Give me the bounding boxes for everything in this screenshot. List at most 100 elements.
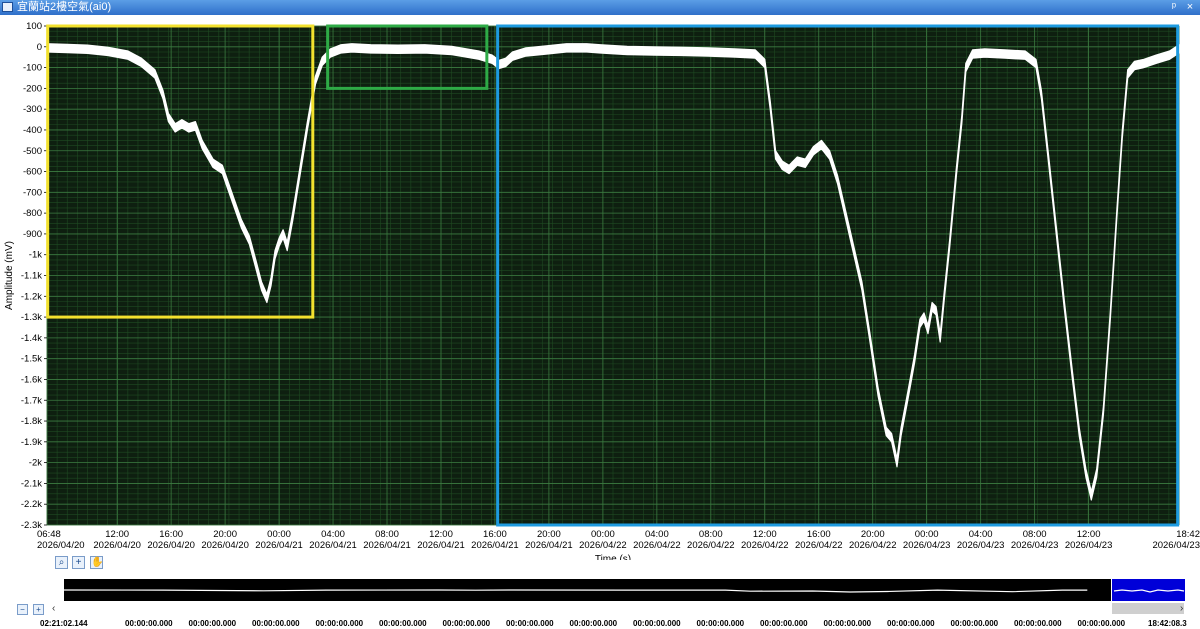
y-tick-label: -1.5k (21, 354, 42, 365)
x-tick-time: 12:00 (429, 529, 453, 540)
zoom-icon[interactable]: ⌕ (55, 556, 68, 569)
time-range-label: 00:00:00.000 (950, 619, 999, 628)
y-tick-label: -600 (23, 167, 42, 178)
x-tick-time: 12:00 (753, 529, 777, 540)
time-range-label: 00:00:00.000 (315, 619, 364, 628)
x-tick-date: 2026/04/20 (201, 540, 249, 551)
zoom-in-icon[interactable]: + (33, 604, 44, 615)
time-range-label: 00:00:00.000 (506, 619, 554, 628)
zoom-out-icon[interactable]: − (17, 604, 28, 615)
time-range-label: 00:00:00.000 (696, 619, 745, 628)
x-tick-time: 04:00 (969, 529, 993, 540)
time-range-label: 00:00:00.000 (379, 619, 427, 628)
x-tick-date: 2026/04/22 (633, 540, 681, 551)
y-tick-label: -400 (23, 125, 42, 136)
scroll-right-arrow[interactable]: › (1180, 603, 1183, 614)
x-tick-date: 2026/04/22 (579, 540, 627, 551)
y-tick-label: -500 (23, 146, 42, 157)
overview-strip[interactable] (64, 579, 1185, 601)
x-tick-date: 2026/04/23 (957, 540, 1005, 551)
x-axis-title: Time (s) (595, 554, 631, 560)
x-tick-time: 04:00 (321, 529, 345, 540)
x-tick-date: 2026/04/21 (417, 540, 465, 551)
y-tick-label: 100 (26, 21, 42, 32)
y-tick-label: -1k (29, 250, 42, 261)
close-button[interactable]: × (1184, 0, 1196, 15)
y-tick-label: -100 (23, 63, 42, 74)
x-tick-time: 00:00 (915, 529, 939, 540)
y-tick-label: 0 (37, 42, 42, 53)
x-tick-time: 20:00 (537, 529, 561, 540)
x-tick-time: 00:00 (591, 529, 615, 540)
y-tick-label: -1.1k (21, 271, 42, 282)
time-range-label: 00:00:00.000 (1077, 619, 1126, 628)
x-tick-date: 2026/04/23 (1011, 540, 1059, 551)
time-range-label: 00:00:00.000 (252, 619, 300, 628)
x-tick-time: 20:00 (861, 529, 885, 540)
x-tick-date: 2026/04/21 (525, 540, 573, 551)
x-tick-time: 12:00 (1077, 529, 1101, 540)
y-tick-label: -2.2k (21, 499, 42, 510)
y-tick-label: -300 (23, 104, 42, 115)
x-tick-date: 2026/04/23 (903, 540, 951, 551)
y-tick-label: -1.3k (21, 312, 42, 323)
pin-button[interactable]: ᵖ (1168, 0, 1180, 15)
x-tick-date: 2026/04/22 (687, 540, 735, 551)
time-range-label: 00:00:00.000 (760, 619, 808, 628)
x-tick-date: 2026/04/23 (1065, 540, 1113, 551)
time-range-label: 00:00:00.000 (887, 619, 935, 628)
y-tick-label: -1.9k (21, 437, 42, 448)
y-tick-label: -1.7k (21, 395, 42, 406)
y-tick-label: -900 (23, 229, 42, 240)
y-tick-label: -1.6k (21, 374, 42, 385)
x-tick-date: 2026/04/23 (1152, 540, 1200, 551)
x-tick-time: 16:00 (159, 529, 183, 540)
x-tick-date: 2026/04/20 (147, 540, 195, 551)
overview-line (64, 589, 1088, 593)
overview-selection[interactable] (1111, 579, 1185, 601)
app-icon (2, 2, 13, 12)
time-range-label: 18:42:08.3 (1148, 619, 1187, 628)
x-tick-date: 2026/04/20 (93, 540, 141, 551)
scroll-left-arrow[interactable]: ‹ (52, 603, 55, 614)
x-tick-date: 2026/04/20 (37, 540, 85, 551)
x-tick-time: 16:00 (483, 529, 507, 540)
y-tick-label: -700 (23, 187, 42, 198)
x-tick-date: 2026/04/21 (309, 540, 357, 551)
x-tick-time: 00:00 (267, 529, 291, 540)
time-range-label: 02:21:02.144 (40, 619, 88, 628)
x-tick-time: 08:00 (699, 529, 723, 540)
x-tick-date: 2026/04/22 (795, 540, 843, 551)
overview-trace (64, 589, 1088, 593)
x-tick-time: 04:00 (645, 529, 669, 540)
time-range-label: 00:00:00.000 (823, 619, 872, 628)
y-tick-label: -1.8k (21, 416, 42, 427)
y-tick-label: -1.4k (21, 333, 42, 344)
time-range-label: 00:00:00.000 (442, 619, 491, 628)
y-tick-label: -1.2k (21, 291, 42, 302)
x-tick-time: 20:00 (213, 529, 237, 540)
x-tick-date: 2026/04/21 (255, 540, 303, 551)
scrollbar-thumb[interactable] (1112, 603, 1184, 614)
pan-hand-icon[interactable]: ✋ (90, 556, 103, 569)
time-range-label: 00:00:00.000 (569, 619, 618, 628)
time-range-label: 00:00:00.000 (188, 619, 237, 628)
x-tick-time: 18:42 (1176, 529, 1200, 540)
overview-selection-trace (1113, 589, 1185, 593)
y-tick-label: -200 (23, 83, 42, 94)
window-titlebar: 宜蘭站2樓空氣(ai0) ᵖ × (0, 0, 1200, 15)
x-tick-date: 2026/04/21 (471, 540, 519, 551)
y-tick-label: -2k (29, 458, 42, 469)
waveform-chart[interactable]: 100 0 -100 -200 -300 -400 -500 -600 -700 -800 -900… (0, 15, 1200, 560)
time-range-label: 00:00:00.000 (125, 619, 173, 628)
x-tick-time: 08:00 (1023, 529, 1047, 540)
x-tick-date: 2026/04/22 (849, 540, 897, 551)
x-tick-time: 12:00 (105, 529, 129, 540)
y-tick-label: -2.1k (21, 478, 42, 489)
x-tick-date: 2026/04/22 (741, 540, 789, 551)
time-range-label: 00:00:00.000 (633, 619, 681, 628)
crosshair-icon[interactable]: + (72, 556, 85, 569)
y-axis-title: Amplitude (mV) (4, 241, 15, 310)
time-range-label: 00:00:00.000 (1014, 619, 1062, 628)
x-tick-time: 16:00 (807, 529, 831, 540)
